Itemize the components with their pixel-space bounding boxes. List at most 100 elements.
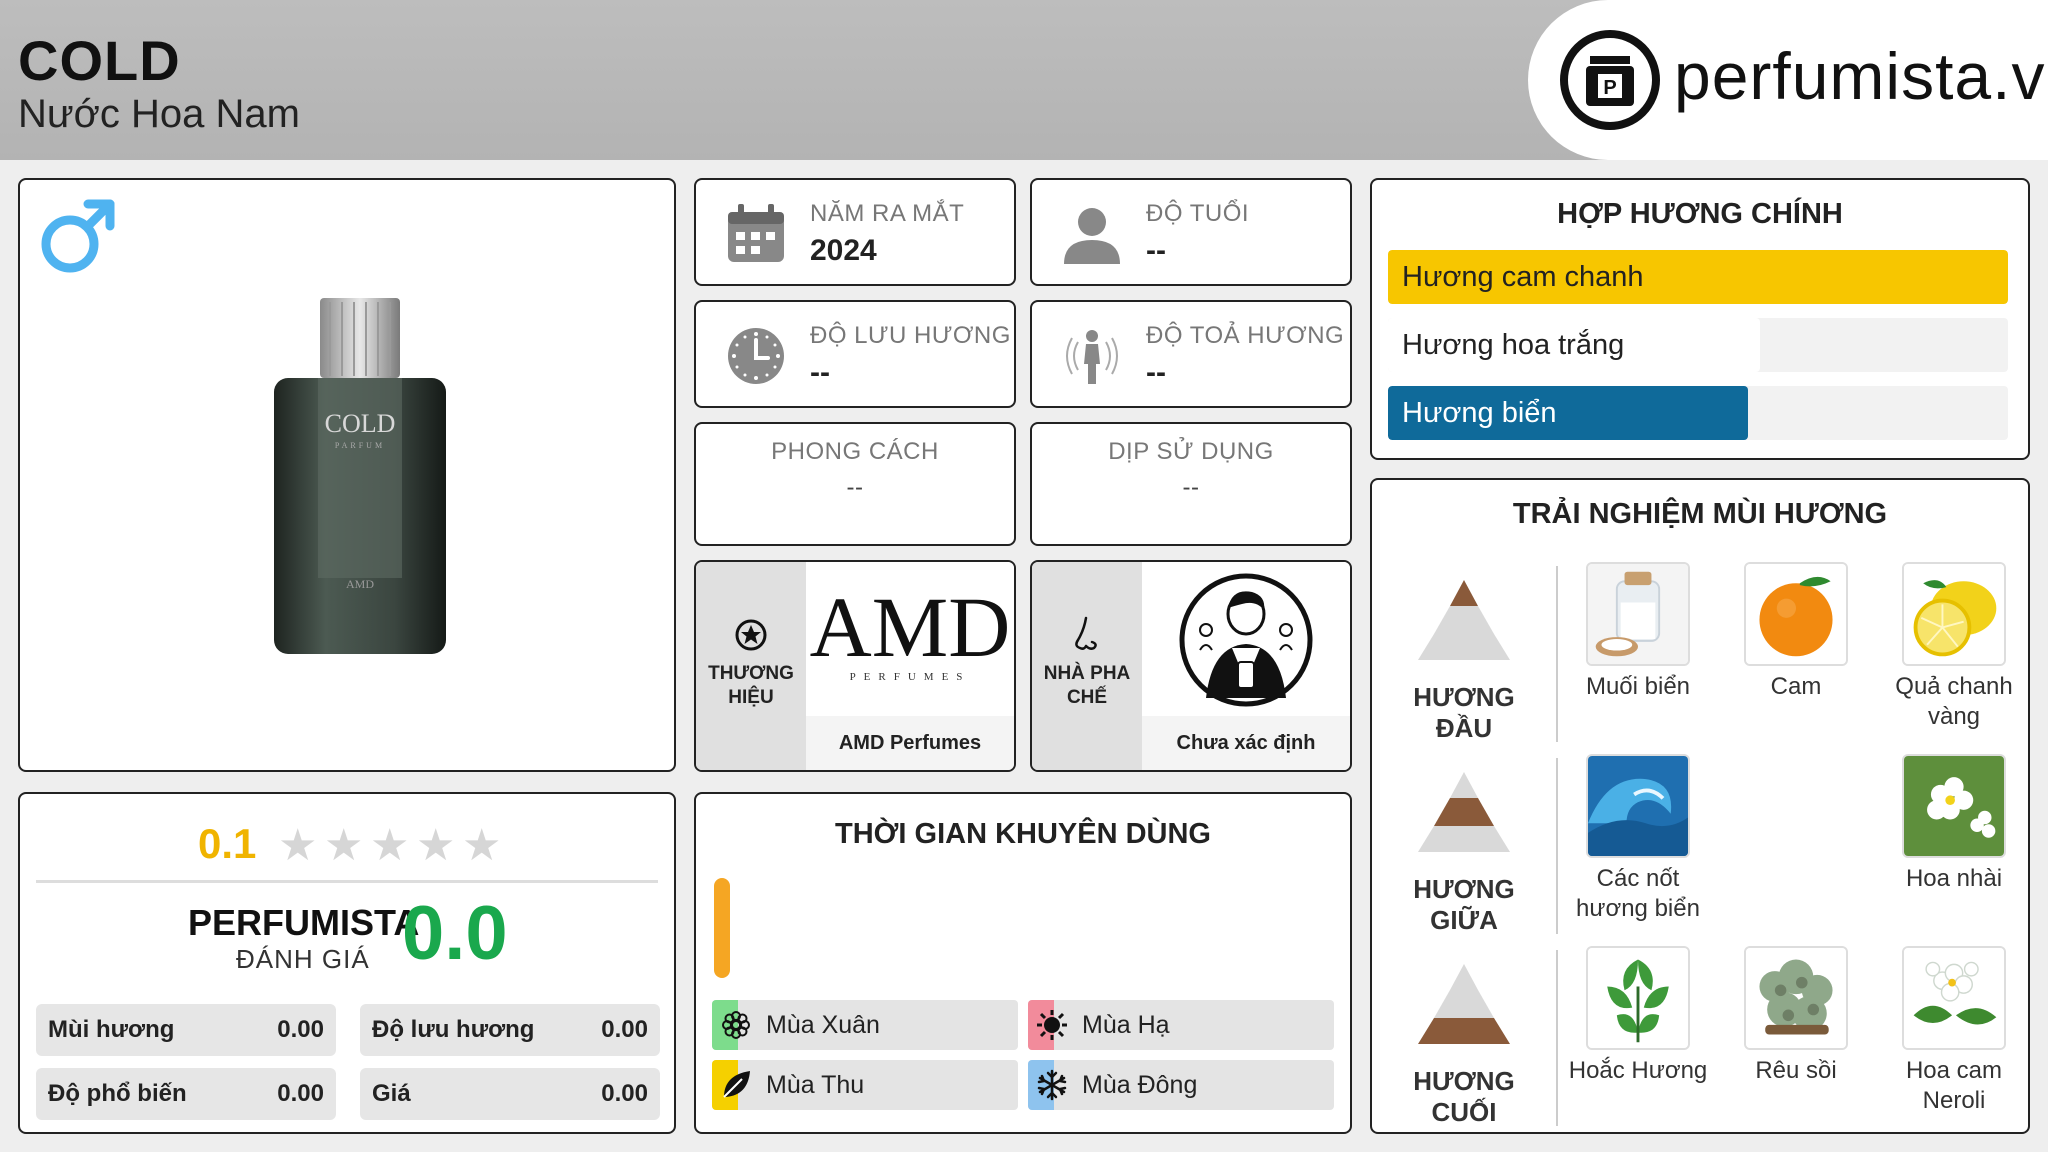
scent-note[interactable]: Cam <box>1726 562 1866 702</box>
scent-note[interactable]: Các nốt hương biển <box>1568 754 1708 924</box>
layer-divider <box>1556 566 1558 742</box>
star-icon[interactable]: ★ <box>278 820 317 871</box>
season-label: Mùa Đông <box>1082 1071 1198 1099</box>
scent-layer-label: HƯƠNG CUỐI <box>1413 1066 1515 1127</box>
accord-label: Hương cam chanh <box>1402 261 1644 293</box>
star-icon[interactable]: ★ <box>370 820 409 871</box>
oakmoss-icon[interactable] <box>1744 946 1848 1050</box>
brand-label: THƯƠNG HIỆU <box>708 663 794 708</box>
accords-title: HỢP HƯƠNG CHÍNH <box>1557 198 1843 230</box>
metric-popularity: Độ phổ biến 0.00 <box>36 1068 336 1120</box>
longevity-card: ĐỘ LƯU HƯƠNG -- <box>694 300 1016 408</box>
metric-price: Giá 0.00 <box>360 1068 660 1120</box>
scent-experience-panel: TRẢI NGHIỆM MÙI HƯƠNG HƯƠNG ĐẦU Muối biển… <box>1370 478 2030 1134</box>
metric-scent: Mùi hương 0.00 <box>36 1004 336 1056</box>
wave-icon[interactable] <box>1586 754 1690 858</box>
star-icon[interactable]: ★ <box>462 820 501 871</box>
scent-note[interactable]: Muối biển <box>1568 562 1708 702</box>
scent-note[interactable]: Hoa cam Neroli <box>1884 946 2024 1116</box>
scent-note[interactable]: Hoắc Hương <box>1568 946 1708 1086</box>
star-icon[interactable]: ★ <box>324 820 363 871</box>
nose-icon <box>1075 616 1097 650</box>
scent-note[interactable]: Rêu sồi <box>1726 946 1866 1086</box>
scent-layer-label: HƯƠNG GIỮA <box>1413 874 1515 935</box>
patchouli-icon[interactable] <box>1586 946 1690 1050</box>
header: COLD Nước Hoa Nam P perfumista.vn <box>0 0 2048 160</box>
perfumista-rating-label: PERFUMISTA <box>188 902 420 943</box>
perfumer-image <box>1142 562 1350 716</box>
metric-label: Độ phổ biến <box>48 1080 187 1107</box>
age-card: ĐỘ TUỔI -- <box>1030 178 1352 286</box>
season-label: Mùa Hạ <box>1082 1011 1170 1039</box>
scent-note[interactable]: Hoa nhài <box>1884 754 2024 894</box>
perfumer-card[interactable]: NHÀ PHA CHẾ Chưa xác định <box>1030 560 1352 772</box>
leaf-icon <box>720 1069 752 1101</box>
perfumer-name[interactable]: Chưa xác định <box>1142 716 1350 770</box>
user-rating-value: 0.1 <box>198 820 257 867</box>
pyramid-icon <box>1418 580 1510 660</box>
metric-value: 0.00 <box>277 1016 324 1043</box>
page-subtitle: Nước Hoa Nam <box>18 92 300 136</box>
accord-item: Hương biển <box>1388 386 2008 440</box>
scent-note-label: Hoa cam Neroli <box>1905 1057 2003 1114</box>
accord-label: Hương hoa trắng <box>1402 329 1625 361</box>
jasmine-icon[interactable] <box>1902 754 2006 858</box>
longevity-label: ĐỘ LƯU HƯƠNG <box>810 322 1011 349</box>
metric-label: Mùi hương <box>48 1016 175 1043</box>
brand-logo-sub: PERFUMES <box>850 671 971 683</box>
day-usage-bar <box>714 878 730 978</box>
season-item: Mùa Đông <box>1028 1060 1334 1110</box>
flower-icon <box>720 1009 752 1041</box>
sea-salt-icon[interactable] <box>1586 562 1690 666</box>
scent-layer-label: HƯƠNG ĐẦU <box>1413 682 1515 743</box>
metric-value: 0.00 <box>601 1080 648 1107</box>
person-icon <box>1064 208 1120 264</box>
calendar-icon <box>728 204 784 262</box>
season-label: Mùa Thu <box>766 1071 865 1099</box>
season-item: Mùa Xuân <box>712 1000 1018 1050</box>
scent-note-label: Hoa nhài <box>1905 865 2003 892</box>
layer-divider <box>1556 950 1558 1126</box>
star-icon[interactable]: ★ <box>416 820 455 871</box>
orange-icon[interactable] <box>1744 562 1848 666</box>
perfume-bottle-logo-icon[interactable]: P <box>1560 30 1660 130</box>
brand-name[interactable]: AMD Perfumes <box>806 716 1014 770</box>
scent-note-label: Cam <box>1770 673 1822 700</box>
brand-card[interactable]: THƯƠNG HIỆU AMD PERFUMES AMD Perfumes <box>694 560 1016 772</box>
scent-note-label: Hoắc Hương <box>1568 1057 1708 1084</box>
sun-icon <box>1036 1009 1068 1041</box>
occasion-label: DỊP SỬ DỤNG <box>1108 438 1274 465</box>
sillage-value: -- <box>1146 356 1166 389</box>
lemon-icon[interactable] <box>1902 562 2006 666</box>
age-label: ĐỘ TUỔI <box>1146 200 1250 227</box>
style-label: PHONG CÁCH <box>771 438 939 465</box>
neroli-icon[interactable] <box>1902 946 2006 1050</box>
accord-item: Hương hoa trắng <box>1388 318 2008 372</box>
perfumista-score: 0.0 <box>402 891 508 976</box>
brand-logo[interactable]: AMD PERFUMES <box>806 562 1014 716</box>
svg-text:AMD: AMD <box>346 577 374 591</box>
metric-longevity: Độ lưu hương 0.00 <box>360 1004 660 1056</box>
rating-panel: 0.1 ★ ★ ★ ★ ★ PERFUMISTA ĐÁNH GIÁ 0.0 Mùi hư… <box>18 792 676 1134</box>
scent-note-label: Quả chanh vàng <box>1895 673 2013 730</box>
perfumer-avatar-icon <box>1179 573 1313 707</box>
scent-note[interactable]: Quả chanh vàng <box>1884 562 2024 732</box>
accord-label: Hương biển <box>1402 397 1557 429</box>
scent-note-label: Rêu sồi <box>1755 1057 1837 1084</box>
bottle-label: COLD <box>325 409 396 438</box>
metric-value: 0.00 <box>601 1016 648 1043</box>
style-value: -- <box>846 474 864 501</box>
scent-note-label: Muối biển <box>1585 673 1691 700</box>
layer-divider <box>1556 758 1558 934</box>
experience-title: TRẢI NGHIỆM MÙI HƯƠNG <box>1512 498 1888 530</box>
season-item: Mùa Hạ <box>1028 1000 1334 1050</box>
sillage-label: ĐỘ TOẢ HƯƠNG <box>1146 322 1345 349</box>
page-title: COLD <box>18 29 181 92</box>
rating-divider <box>36 880 658 883</box>
perfume-bottle-image: COLD PARFUM AMD <box>274 298 446 654</box>
sillage-card: ĐỘ TOẢ HƯƠNG -- <box>1030 300 1352 408</box>
accord-item: Hương cam chanh <box>1388 250 2008 304</box>
recommended-time-panel: THỜI GIAN KHUYÊN DÙNG Mùa Xuân Mùa Hạ Mùa … <box>694 792 1352 1134</box>
metric-label: Giá <box>372 1080 411 1107</box>
logo-text[interactable]: perfumista.vn <box>1674 38 2048 114</box>
